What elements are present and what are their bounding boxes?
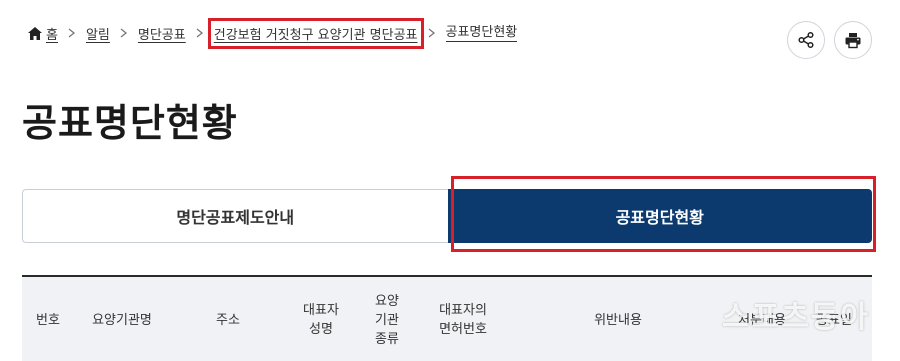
watermark-logo: 스포츠동아 bbox=[722, 300, 870, 335]
tab-system-guide[interactable]: 명단공표제도안내 bbox=[22, 189, 448, 243]
breadcrumb-notice[interactable]: 알림 bbox=[86, 24, 110, 43]
page-actions bbox=[787, 21, 872, 59]
column-header-institution: 요양기관명 bbox=[92, 312, 152, 328]
column-header-address: 주소 bbox=[216, 312, 240, 328]
print-icon bbox=[845, 33, 861, 49]
breadcrumb-current: 공표명단현황 bbox=[445, 24, 518, 42]
home-icon bbox=[28, 26, 42, 40]
breadcrumb: 홈 알림 명단공표 건강보험 거짓청구 요양기관 명단공표 공표명단현황 bbox=[28, 17, 518, 49]
share-icon bbox=[798, 31, 814, 49]
breadcrumb-label: 알림 bbox=[85, 27, 110, 43]
column-header-institution-type: 요양 기관 종류 bbox=[375, 293, 399, 347]
chevron-right-icon bbox=[196, 28, 204, 38]
chevron-right-icon bbox=[68, 28, 76, 38]
column-header-number: 번호 bbox=[36, 312, 60, 328]
breadcrumb-list-disclosure[interactable]: 명단공표 bbox=[138, 24, 186, 43]
share-button[interactable] bbox=[787, 21, 825, 59]
page-title: 공표명단현황 bbox=[22, 101, 238, 145]
tab-label: 명단공표제도안내 bbox=[176, 208, 295, 227]
breadcrumb-label: 홈 bbox=[46, 27, 58, 43]
print-button[interactable] bbox=[834, 21, 872, 59]
column-header-license-number: 대표자의 면허번호 bbox=[439, 303, 487, 337]
column-header-violation: 위반내용 bbox=[594, 312, 642, 328]
breadcrumb-label: 명단공표 bbox=[137, 27, 186, 43]
column-header-representative: 대표자 성명 bbox=[303, 303, 339, 337]
breadcrumb-false-claims[interactable]: 건강보험 거짓청구 요양기관 명단공표 bbox=[207, 17, 424, 49]
chevron-right-icon bbox=[120, 28, 128, 38]
breadcrumb-label: 건강보험 거짓청구 요양기관 명단공표 bbox=[213, 27, 418, 43]
highlight-box bbox=[451, 176, 876, 252]
breadcrumb-home[interactable]: 홈 bbox=[28, 24, 58, 43]
breadcrumb-label: 공표명단현황 bbox=[445, 24, 518, 40]
chevron-right-icon bbox=[428, 28, 436, 38]
